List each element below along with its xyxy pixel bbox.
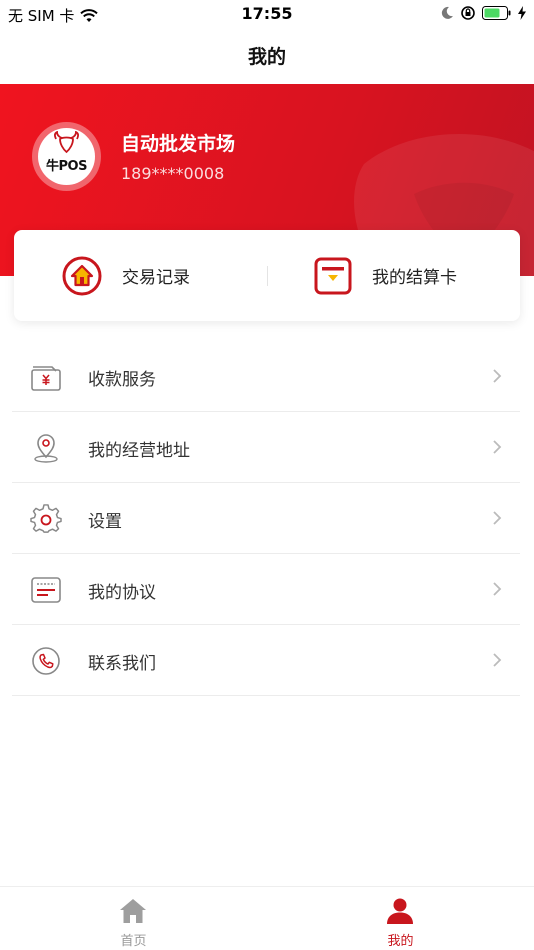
home-icon (120, 899, 146, 923)
person-icon (387, 898, 413, 924)
wallet-yuan-icon (31, 366, 61, 391)
status-right (440, 5, 526, 21)
settlement-card-label: 我的结算卡 (372, 268, 457, 288)
menu-label: 我的经营地址 (88, 441, 190, 461)
transactions-label: 交易记录 (122, 268, 190, 288)
menu-list: 收款服务 我的经营地址 设置 我的协议 联系我们 (12, 341, 520, 696)
tab-mine-label: 我的 (387, 934, 414, 949)
gear-icon (30, 504, 62, 533)
location-pin-icon (34, 434, 58, 463)
quick-action-transactions[interactable]: 交易记录 (62, 230, 190, 321)
menu-item-contact-us[interactable]: 联系我们 (12, 625, 520, 696)
moon-icon (441, 6, 453, 19)
chevron-right-icon (493, 369, 502, 383)
quick-actions-card: 交易记录 我的结算卡 (14, 230, 520, 321)
charging-icon (518, 6, 526, 20)
rotation-lock-icon (461, 6, 475, 20)
house-circle-icon (62, 256, 102, 295)
tab-bar: 首页 我的 (0, 886, 534, 950)
merchant-name: 自动批发市场 (121, 133, 236, 155)
tab-home[interactable]: 首页 (0, 887, 267, 950)
chevron-right-icon (493, 582, 502, 596)
phone-icon (32, 647, 60, 675)
chevron-right-icon (493, 511, 502, 525)
nav-bar: 我的 (0, 28, 534, 84)
avatar-ring[interactable]: 牛POS (32, 122, 101, 191)
tab-mine[interactable]: 我的 (267, 887, 534, 950)
battery-icon (482, 6, 511, 20)
page-title: 我的 (247, 46, 286, 68)
menu-label: 收款服务 (88, 370, 156, 390)
menu-item-settings[interactable]: 设置 (12, 483, 520, 554)
card-icon (314, 257, 352, 294)
document-icon (31, 577, 61, 603)
menu-item-business-address[interactable]: 我的经营地址 (12, 412, 520, 483)
quick-divider (267, 266, 268, 286)
avatar-logo-text: 牛POS (46, 159, 87, 174)
menu-label: 联系我们 (88, 654, 156, 674)
menu-label: 我的协议 (88, 583, 156, 603)
status-bar: 无 SIM 卡 17:55 (0, 0, 534, 28)
menu-item-agreements[interactable]: 我的协议 (12, 554, 520, 625)
menu-item-payment-service[interactable]: 收款服务 (12, 341, 520, 412)
quick-action-settlement-card[interactable]: 我的结算卡 (314, 230, 457, 321)
merchant-phone: 189****0008 (121, 164, 225, 183)
chevron-right-icon (493, 440, 502, 454)
menu-label: 设置 (88, 512, 122, 532)
chevron-right-icon (493, 653, 502, 667)
avatar[interactable]: 牛POS (38, 128, 95, 185)
tab-home-label: 首页 (120, 934, 147, 949)
